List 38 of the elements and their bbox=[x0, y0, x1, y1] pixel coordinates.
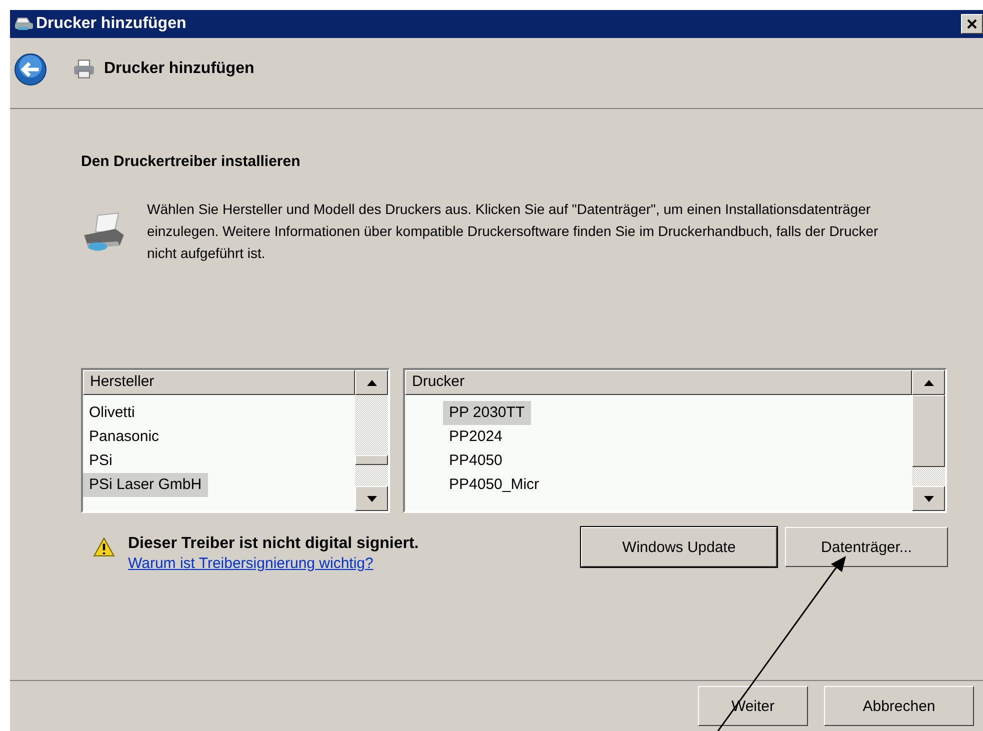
warning-text: Dieser Treiber ist nicht digital signiert. bbox=[128, 535, 420, 553]
down-arrow-icon bbox=[366, 496, 376, 502]
list-item[interactable]: PSi bbox=[83, 449, 118, 473]
up-arrow-icon bbox=[366, 380, 376, 386]
scroll-up-button[interactable] bbox=[912, 370, 945, 395]
list-item[interactable]: Olivetti bbox=[83, 401, 141, 425]
up-arrow-icon bbox=[924, 380, 934, 386]
down-arrow-icon bbox=[924, 496, 934, 502]
list-item[interactable]: PP 2030TT bbox=[443, 401, 531, 425]
back-button[interactable] bbox=[14, 52, 47, 86]
scroll-down-button[interactable] bbox=[355, 486, 388, 511]
printer-icon bbox=[73, 59, 95, 79]
section-title: Den Druckertreiber installieren bbox=[81, 153, 302, 170]
scroll-thumb[interactable] bbox=[912, 395, 945, 467]
list-item[interactable]: PP4050_Micr bbox=[443, 473, 546, 497]
list-item[interactable]: PP4050 bbox=[443, 449, 508, 473]
column-header: Drucker bbox=[405, 370, 912, 395]
disk-button[interactable]: Datenträger... bbox=[785, 527, 948, 567]
list-item[interactable]: PSi Laser GmbH bbox=[83, 473, 208, 497]
close-button[interactable] bbox=[961, 14, 983, 34]
list-item[interactable]: PP2024 bbox=[443, 425, 508, 449]
update-button[interactable]: Windows Update bbox=[581, 527, 777, 567]
close-icon bbox=[967, 19, 977, 29]
scroll-down-button[interactable] bbox=[912, 486, 945, 511]
printer-icon bbox=[81, 212, 127, 254]
printer-list[interactable]: Drucker PP 2030TT PP2024 PP4050 PP4050_Micr bbox=[403, 368, 947, 513]
column-header: Hersteller bbox=[83, 370, 355, 395]
scroll-up-button[interactable] bbox=[355, 370, 388, 395]
page-title: Drucker hinzufügen bbox=[104, 60, 254, 78]
cancel-button[interactable]: Abbrechen bbox=[824, 686, 974, 726]
description-text: Wählen Sie Hersteller und Modell des Druckers aus. Klicken Sie auf "Datenträger", um einen Installationsdatenträger einzulegen. Weitere Informationen über kompatible Druckersoftware finden Sie im Druckerhandbuch, falls der Drucker nicht aufgeführt ist. bbox=[147, 200, 880, 263]
printer-icon bbox=[14, 16, 34, 32]
help-link[interactable]: Warum ist Treibersignierung wichtig? bbox=[128, 555, 374, 572]
manufacturer-list[interactable]: Hersteller Olivetti Panasonic PSi PSi Laser GmbH bbox=[81, 368, 390, 513]
warning-icon bbox=[93, 537, 115, 557]
scroll-thumb[interactable] bbox=[355, 455, 388, 465]
window-title: Drucker hinzufügen bbox=[36, 15, 188, 33]
list-item[interactable]: Panasonic bbox=[83, 425, 166, 449]
